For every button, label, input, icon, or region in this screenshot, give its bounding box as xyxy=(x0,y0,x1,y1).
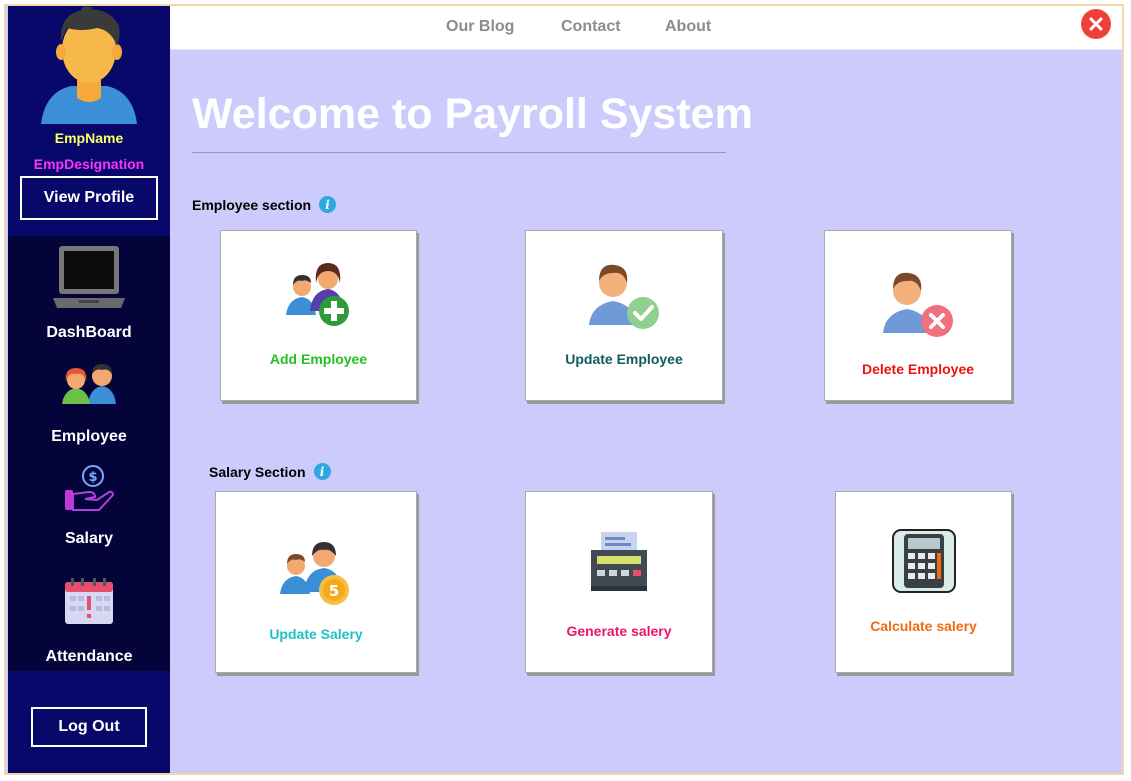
close-button[interactable] xyxy=(1081,9,1111,39)
card-label: Generate salery xyxy=(566,623,672,639)
calendar-icon xyxy=(8,576,170,626)
nav-link-about[interactable]: About xyxy=(665,18,711,36)
sidebar-footer: Log Out xyxy=(8,671,170,773)
generate-salary-card[interactable]: Generate salery xyxy=(525,491,713,673)
card-label: Calculate salery xyxy=(870,618,977,634)
calculator-icon xyxy=(836,528,1011,594)
employee-section-label: Employee section xyxy=(192,196,312,213)
close-icon xyxy=(1089,17,1103,31)
add-employee-icon xyxy=(221,261,416,327)
card-label: Update Employee xyxy=(565,351,683,367)
laptop-icon xyxy=(8,244,170,310)
salary-section-label: Salary Section xyxy=(209,463,306,480)
svg-text:5: 5 xyxy=(329,582,339,600)
svg-text:$: $ xyxy=(88,470,97,485)
sidebar-item-dashboard[interactable]: DashBoard xyxy=(8,240,170,346)
update-salary-icon: 5 xyxy=(216,540,416,608)
card-label: Update Salery xyxy=(269,626,363,642)
employee-designation: EmpDesignation xyxy=(33,156,145,172)
update-salary-card[interactable]: 5 Update Salery xyxy=(215,491,417,673)
sidebar-item-label: Employee xyxy=(51,428,127,445)
nav-link-contact[interactable]: Contact xyxy=(561,18,621,36)
sidebar-item-employee[interactable]: Employee xyxy=(8,356,170,452)
info-icon[interactable]: i xyxy=(313,463,331,480)
sidebar-item-salary[interactable]: $ Salary xyxy=(8,462,170,558)
update-employee-card[interactable]: Update Employee xyxy=(525,230,723,401)
info-icon[interactable]: i xyxy=(319,196,337,213)
sidebar-nav: DashBoard Employee $ Salary Attendance xyxy=(8,236,170,671)
sidebar-item-attendance[interactable]: Attendance xyxy=(8,576,170,672)
sidebar: EmpName EmpDesignation View Profile Dash… xyxy=(8,6,170,773)
sidebar-item-label: Salary xyxy=(64,530,114,547)
card-label: Delete Employee xyxy=(861,361,975,377)
update-employee-icon xyxy=(526,261,722,331)
profile-panel: EmpName EmpDesignation View Profile xyxy=(8,6,170,236)
delete-employee-icon xyxy=(825,269,1011,339)
logout-button[interactable]: Log Out xyxy=(31,707,147,747)
cash-register-icon xyxy=(526,530,712,592)
people-icon xyxy=(8,360,170,404)
calculate-salary-card[interactable]: Calculate salery xyxy=(835,491,1012,673)
nav-link-our-blog[interactable]: Our Blog xyxy=(446,18,514,36)
app-window: EmpName EmpDesignation View Profile Dash… xyxy=(4,4,1124,775)
view-profile-button[interactable]: View Profile xyxy=(20,176,158,220)
main-content: Welcome to Payroll System Employee secti… xyxy=(170,50,1122,773)
card-label: Add Employee xyxy=(269,351,368,367)
top-nav-bar: Our Blog Contact About xyxy=(170,6,1122,50)
avatar xyxy=(41,6,137,124)
sidebar-item-label: Attendance xyxy=(45,648,133,665)
employee-section-heading: Employee section i xyxy=(192,196,337,213)
title-underline xyxy=(192,152,726,153)
delete-employee-card[interactable]: Delete Employee xyxy=(824,230,1012,401)
salary-hand-icon: $ xyxy=(8,464,170,514)
sidebar-item-label: DashBoard xyxy=(46,324,132,341)
page-title: Welcome to Payroll System xyxy=(192,90,753,138)
salary-section-heading: Salary Section i xyxy=(209,463,331,480)
add-employee-card[interactable]: Add Employee xyxy=(220,230,417,401)
employee-name: EmpName xyxy=(54,130,124,146)
